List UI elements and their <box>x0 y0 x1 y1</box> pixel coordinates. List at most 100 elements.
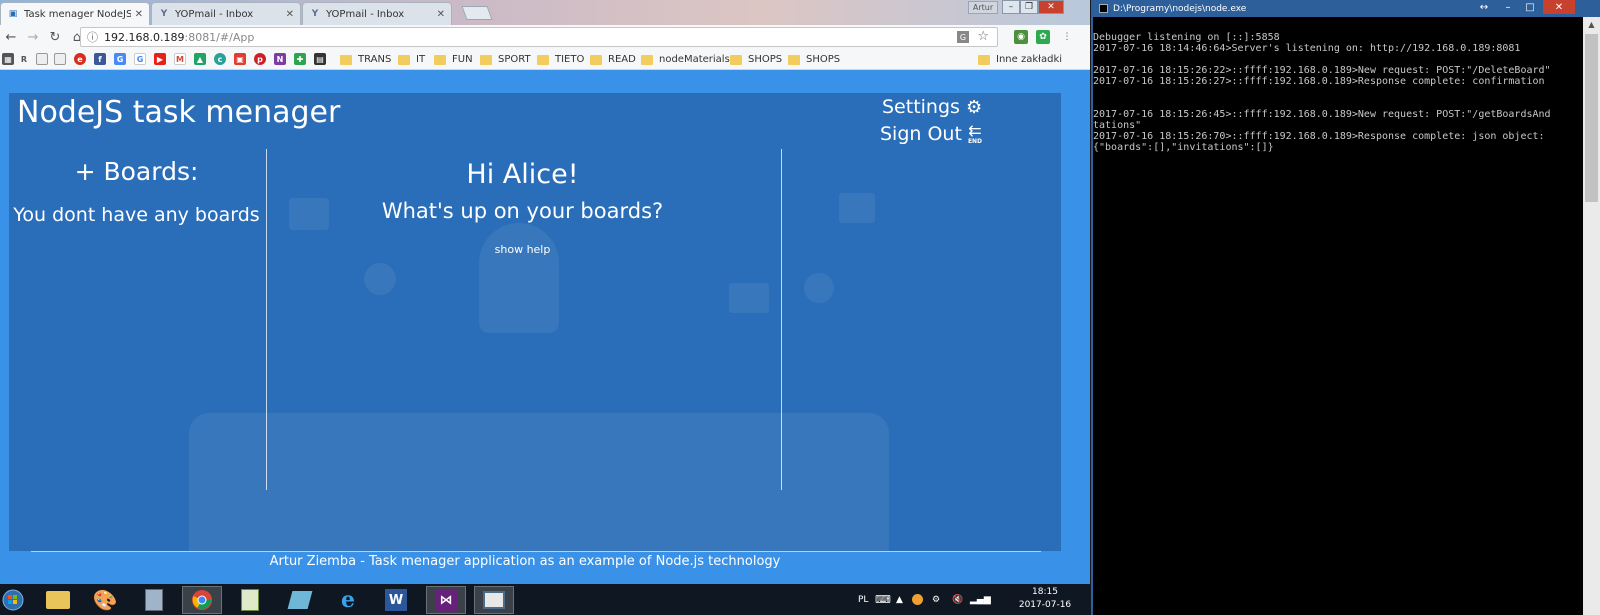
bookmark-r[interactable]: R <box>18 53 30 65</box>
opera-icon[interactable]: e <box>74 53 86 65</box>
close-tab-icon[interactable]: ✕ <box>437 9 445 20</box>
bookmark-folder-sport[interactable]: SPORT <box>480 52 531 67</box>
close-tab-icon[interactable]: ✕ <box>286 9 294 20</box>
taskbar-ie[interactable]: e <box>328 586 368 614</box>
bookmark-folder-tieto[interactable]: TIETO <box>537 52 584 67</box>
extension-tree-icon[interactable]: ✿ <box>1036 30 1050 44</box>
profile-button[interactable]: Artur <box>968 1 998 14</box>
google-icon[interactable]: G <box>134 53 146 65</box>
folder-icon <box>590 54 602 65</box>
apps-icon[interactable]: ▦ <box>2 53 14 65</box>
pinterest-icon[interactable]: p <box>254 53 266 65</box>
clock-date: 2017-07-16 <box>1018 600 1072 610</box>
bookmark-folder-trans[interactable]: TRANS <box>340 52 391 67</box>
background-illustration <box>479 223 559 333</box>
url-path: :8081/#/App <box>184 30 255 44</box>
folder-icon <box>46 591 70 609</box>
bookmarks-bar: ▦ R e f G G ▶ M ▲ c ▣ p N ✚ ▤ TRANS IT F… <box>0 49 1090 70</box>
network-icon[interactable]: ▂▄▆ <box>970 584 991 615</box>
onenote-icon[interactable]: N <box>274 53 286 65</box>
taskbar: 🎨 e W ⋈ PL ⌨ ▲ ⚙ 🔇 ▂▄▆ 18:15 2017-07-16 <box>0 584 1091 615</box>
background-illustration <box>729 283 769 313</box>
translate-icon[interactable]: G <box>114 53 126 65</box>
maximize-icon[interactable]: □ <box>1519 0 1541 14</box>
drive-icon[interactable]: ▲ <box>194 53 206 65</box>
folder-icon <box>788 54 800 65</box>
gmail-icon[interactable]: M <box>174 53 186 65</box>
scroll-thumb[interactable] <box>1585 34 1598 202</box>
taskbar-chrome[interactable] <box>182 586 222 614</box>
tray-app-icon[interactable] <box>912 584 923 615</box>
minimize-icon[interactable]: – <box>1497 0 1519 14</box>
bookmark-folder-it[interactable]: IT <box>398 52 425 67</box>
footer-divider <box>31 551 1041 552</box>
address-bar[interactable]: ⓘ 192.168.0.189:8081/#/App G ☆ <box>80 27 998 47</box>
keyboard-icon[interactable]: ⌨ <box>875 584 891 615</box>
show-help-link[interactable]: show help <box>265 243 780 256</box>
minimize-icon[interactable]: – <box>1002 0 1020 14</box>
language-indicator[interactable]: PL <box>858 584 868 615</box>
info-icon[interactable]: ⓘ <box>87 29 98 45</box>
printer-icon[interactable]: ▤ <box>314 53 326 65</box>
tab-task-menager[interactable]: ▣ Task menager NodeJS ✕ <box>0 2 150 25</box>
start-button[interactable] <box>0 586 26 614</box>
menu-icon[interactable]: ⋮ <box>1060 30 1074 44</box>
taskbar-visual-studio[interactable]: ⋈ <box>426 586 466 614</box>
puzzle-icon[interactable]: ✚ <box>294 53 306 65</box>
scroll-up-icon[interactable]: ▲ <box>1583 17 1600 32</box>
restore-icon[interactable]: ❐ <box>1020 0 1038 14</box>
reload-icon[interactable]: ↻ <box>44 26 66 48</box>
tray-gear-icon[interactable]: ⚙ <box>932 584 940 615</box>
app-icon[interactable]: ▣ <box>234 53 246 65</box>
console-line: ​ <box>1093 87 1583 98</box>
taskbar-paint[interactable]: 🎨 <box>85 586 125 614</box>
add-board-heading[interactable]: + Boards: <box>9 157 264 186</box>
sign-out-link[interactable]: Sign Out ⇇ END <box>880 123 982 146</box>
translate-icon[interactable]: G <box>957 31 969 43</box>
new-tab-button[interactable] <box>461 6 493 20</box>
facebook-icon[interactable]: f <box>94 53 106 65</box>
taskbar-word[interactable]: W <box>376 586 416 614</box>
show-hidden-icons[interactable]: ▲ <box>896 584 903 615</box>
bookmark-folder-nodematerials[interactable]: nodeMaterials <box>641 52 730 67</box>
visual-studio-icon: ⋈ <box>435 589 457 611</box>
taskbar-explorer[interactable] <box>38 586 78 614</box>
other-bookmarks-folder[interactable]: Inne zakładki <box>978 52 1062 67</box>
bookmark-folder-read[interactable]: READ <box>590 52 636 67</box>
volume-muted-icon[interactable]: 🔇 <box>952 584 963 615</box>
greeting: Hi Alice! <box>466 159 579 190</box>
close-window-icon[interactable]: ✕ <box>1038 0 1064 14</box>
circle-app-icon[interactable]: c <box>214 53 226 65</box>
page-icon[interactable] <box>54 53 66 65</box>
back-icon[interactable]: ← <box>0 26 22 48</box>
system-clock[interactable]: 18:15 2017-07-16 <box>1010 586 1080 612</box>
extension-camera-icon[interactable]: ◉ <box>1014 30 1028 44</box>
tab-yopmail-1[interactable]: Y YOPmail - Inbox ✕ <box>151 2 301 25</box>
bookmark-folder-shops-2[interactable]: SHOPS <box>788 52 840 67</box>
youtube-icon[interactable]: ▶ <box>154 53 166 65</box>
chrome-icon <box>192 590 212 610</box>
taskbar-notepad[interactable] <box>230 586 270 614</box>
browser-toolbar: ← → ↻ ⌂ ⓘ 192.168.0.189:8081/#/App G ☆ ◉… <box>0 25 1090 49</box>
yopmail-icon: Y <box>160 9 168 19</box>
forward-icon[interactable]: → <box>22 26 44 48</box>
settings-link[interactable]: Settings ⚙ <box>882 96 982 118</box>
bookmark-folder-fun[interactable]: FUN <box>434 52 473 67</box>
bookmark-folder-shops-1[interactable]: SHOPS <box>730 52 782 67</box>
resize-icon[interactable]: ↔ <box>1473 0 1495 14</box>
console-scrollbar[interactable]: ▲ <box>1583 17 1600 615</box>
app-page: NodeJS task menager Settings ⚙ Sign Out … <box>0 70 1090 584</box>
close-tab-icon[interactable]: ✕ <box>135 9 143 20</box>
subtitle: What's up on your boards? <box>381 199 664 223</box>
folder-icon <box>398 54 410 65</box>
page-icon[interactable] <box>36 53 48 65</box>
folder-icon <box>480 54 492 65</box>
taskbar-console[interactable] <box>474 586 514 614</box>
close-icon[interactable]: ✕ <box>1543 0 1575 14</box>
taskbar-app[interactable] <box>280 586 320 614</box>
bookmark-star-icon[interactable]: ☆ <box>977 29 989 44</box>
taskbar-calculator[interactable] <box>134 586 174 614</box>
column-divider <box>781 149 782 490</box>
tab-yopmail-2[interactable]: Y YOPmail - Inbox ✕ <box>302 2 452 25</box>
tab-title: YOPmail - Inbox <box>175 8 254 20</box>
